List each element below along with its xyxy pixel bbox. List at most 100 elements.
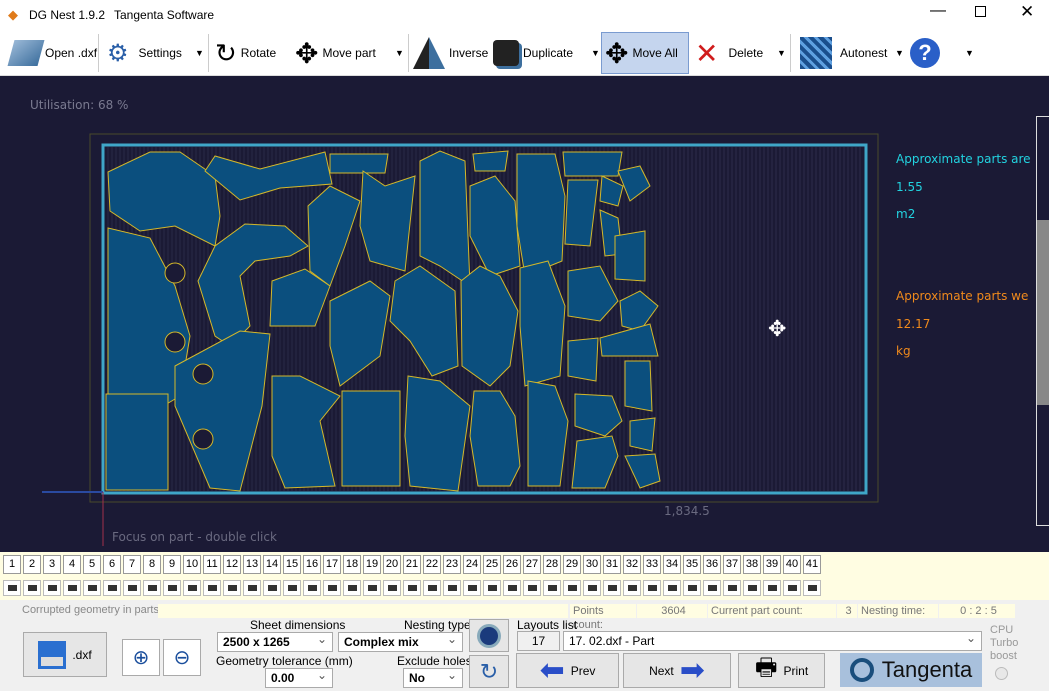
layout-tab-icon[interactable] <box>83 580 101 596</box>
layout-tab-icon[interactable] <box>43 580 61 596</box>
layout-tab-icon[interactable] <box>103 580 121 596</box>
layout-tab[interactable]: 37 <box>723 555 741 574</box>
zoom-in-button[interactable]: ⊕ <box>122 639 160 676</box>
layout-tab-icon[interactable] <box>223 580 241 596</box>
layout-tab-icon[interactable] <box>3 580 21 596</box>
layout-tab[interactable]: 35 <box>683 555 701 574</box>
layout-tab-icon[interactable] <box>203 580 221 596</box>
layout-tab-icon[interactable] <box>403 580 421 596</box>
layout-tab[interactable]: 4 <box>63 555 81 574</box>
layout-tab-icon[interactable] <box>683 580 701 596</box>
layout-tab[interactable]: 24 <box>463 555 481 574</box>
layout-tab[interactable]: 40 <box>783 555 801 574</box>
maximize-button[interactable] <box>975 6 986 17</box>
layout-tab-icon[interactable] <box>363 580 381 596</box>
layout-tab[interactable]: 8 <box>143 555 161 574</box>
layout-tab[interactable]: 36 <box>703 555 721 574</box>
layout-tab-icon[interactable] <box>523 580 541 596</box>
layout-tab[interactable]: 14 <box>263 555 281 574</box>
layout-tab[interactable]: 2 <box>23 555 41 574</box>
layout-tab-icon[interactable] <box>463 580 481 596</box>
layout-tab[interactable]: 17 <box>323 555 341 574</box>
inverse-button[interactable]: Inverse <box>410 32 491 74</box>
layout-tab-icon[interactable] <box>183 580 201 596</box>
layout-tab-icon[interactable] <box>643 580 661 596</box>
layout-tab-icon[interactable] <box>583 580 601 596</box>
layout-tab-icon[interactable] <box>503 580 521 596</box>
duplicate-button[interactable]: Duplicate <box>490 32 576 74</box>
layout-tab[interactable]: 39 <box>763 555 781 574</box>
autonest-button[interactable]: Autonest <box>797 32 890 74</box>
layout-tab-icon[interactable] <box>703 580 721 596</box>
delete-dropdown[interactable]: ▼ <box>777 48 786 58</box>
layout-tab-icon[interactable] <box>483 580 501 596</box>
duplicate-dropdown[interactable]: ▼ <box>591 48 600 58</box>
layout-tab[interactable]: 3 <box>43 555 61 574</box>
tangenta-logo[interactable]: Tangenta <box>840 653 982 687</box>
layout-tab[interactable]: 5 <box>83 555 101 574</box>
layout-tab-icon[interactable] <box>303 580 321 596</box>
layout-tab-icon[interactable] <box>383 580 401 596</box>
save-dxf-button[interactable]: .dxf <box>23 632 107 677</box>
layout-tab[interactable]: 38 <box>743 555 761 574</box>
layout-tab[interactable]: 21 <box>403 555 421 574</box>
layout-tab-icon[interactable] <box>163 580 181 596</box>
move-part-button[interactable]: ✥ Move part <box>292 32 379 74</box>
layout-tab-icon[interactable] <box>123 580 141 596</box>
vertical-scrollbar[interactable] <box>1036 116 1049 526</box>
layout-tab-icon[interactable] <box>663 580 681 596</box>
layout-tab[interactable]: 25 <box>483 555 501 574</box>
layout-tab[interactable]: 34 <box>663 555 681 574</box>
layout-tab[interactable]: 32 <box>623 555 641 574</box>
close-button[interactable]: ✕ <box>1020 2 1034 22</box>
layout-tab[interactable]: 20 <box>383 555 401 574</box>
layout-tab[interactable]: 22 <box>423 555 441 574</box>
layout-tab[interactable]: 10 <box>183 555 201 574</box>
layout-tab-icon[interactable] <box>243 580 261 596</box>
layout-tab[interactable]: 15 <box>283 555 301 574</box>
layout-tab[interactable]: 16 <box>303 555 321 574</box>
prev-button[interactable]: ⬅ Prev <box>516 653 619 688</box>
move-part-dropdown[interactable]: ▼ <box>395 48 404 58</box>
layout-tab-icon[interactable] <box>323 580 341 596</box>
cpu-turbo-radio[interactable] <box>995 667 1008 680</box>
help-icon[interactable]: ? <box>910 38 940 68</box>
layout-tab[interactable]: 13 <box>243 555 261 574</box>
move-all-button[interactable]: ✥ Move All <box>601 32 689 74</box>
open-dxf-button[interactable]: Open .dxf <box>7 32 100 74</box>
layout-tab[interactable]: 6 <box>103 555 121 574</box>
layout-tab[interactable]: 11 <box>203 555 221 574</box>
layout-tab[interactable]: 23 <box>443 555 461 574</box>
scrollbar-thumb[interactable] <box>1037 220 1049 405</box>
layout-tab[interactable]: 1 <box>3 555 21 574</box>
zoom-out-button[interactable]: ⊖ <box>163 639 201 676</box>
layout-tab-icon[interactable] <box>603 580 621 596</box>
layout-tab-icon[interactable] <box>803 580 821 596</box>
layout-tab[interactable]: 41 <box>803 555 821 574</box>
layout-tab-icon[interactable] <box>543 580 561 596</box>
more-dropdown[interactable]: ▼ <box>965 48 974 58</box>
minimize-button[interactable]: — <box>930 2 946 20</box>
layout-tab-icon[interactable] <box>743 580 761 596</box>
layouts-select[interactable]: 17. 02.dxf - Part <box>563 631 982 651</box>
layout-tab-icon[interactable] <box>263 580 281 596</box>
layout-tab[interactable]: 18 <box>343 555 361 574</box>
next-button[interactable]: Next ➡ <box>623 653 731 688</box>
layout-tab[interactable]: 26 <box>503 555 521 574</box>
layout-tab-icon[interactable] <box>443 580 461 596</box>
layout-tab[interactable]: 7 <box>123 555 141 574</box>
nesting-type-select[interactable]: Complex mix <box>338 632 463 652</box>
layout-tab[interactable]: 12 <box>223 555 241 574</box>
nest-button[interactable] <box>469 619 509 652</box>
settings-dropdown[interactable]: ▼ <box>195 48 204 58</box>
sheet-dimensions-select[interactable]: 2500 x 1265 <box>217 632 333 652</box>
print-button[interactable]: 🖶 Print <box>738 653 825 688</box>
layout-tab[interactable]: 30 <box>583 555 601 574</box>
layout-tab-icon[interactable] <box>23 580 41 596</box>
layout-tab-icon[interactable] <box>143 580 161 596</box>
delete-button[interactable]: ✕ Delete <box>692 32 766 74</box>
nesting-canvas[interactable]: Utilisation: 68 % 1,834.5 Focus on part … <box>0 76 1049 552</box>
layout-tab-icon[interactable] <box>343 580 361 596</box>
layout-tab-icon[interactable] <box>763 580 781 596</box>
layout-tab[interactable]: 19 <box>363 555 381 574</box>
